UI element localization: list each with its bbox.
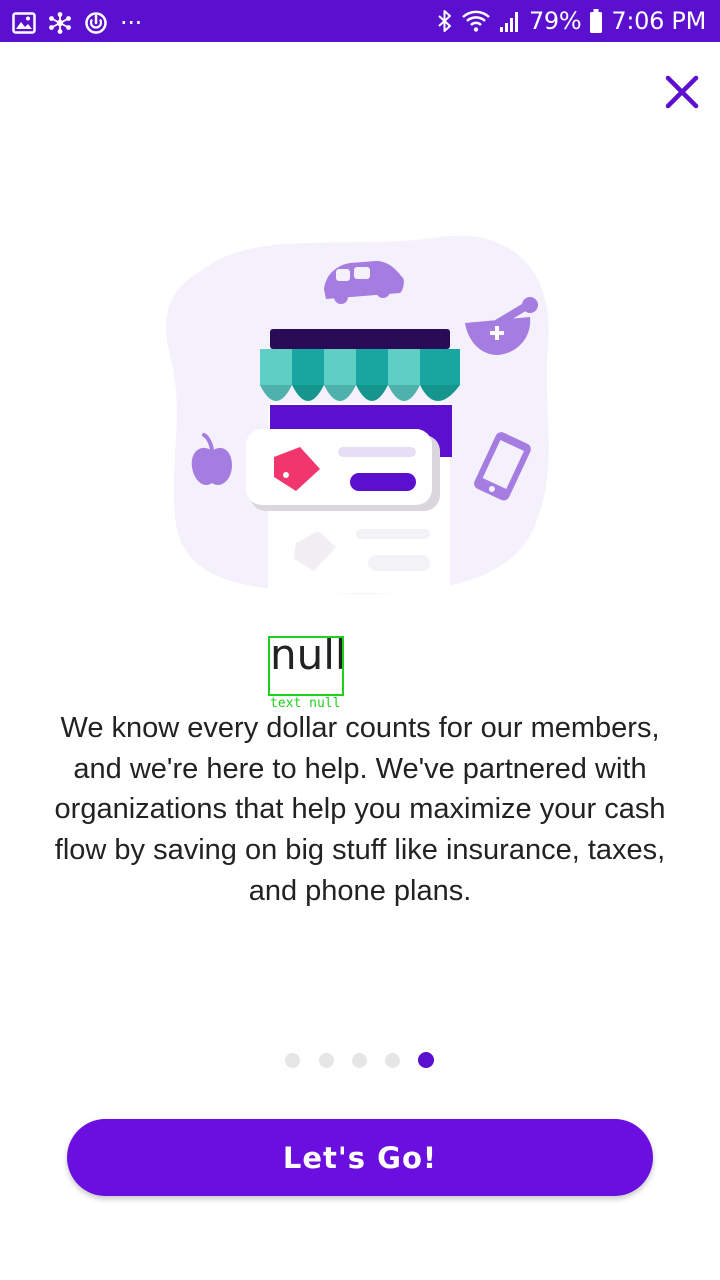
battery-percent: 79% — [528, 7, 582, 35]
lets-go-button[interactable]: Let's Go! — [67, 1119, 653, 1196]
page-dot-2[interactable] — [319, 1053, 334, 1068]
page-indicator — [285, 1052, 437, 1068]
gallery-icon — [12, 12, 36, 34]
annotation-bounding-box — [268, 636, 344, 696]
network-icon — [49, 12, 71, 34]
signal-icon — [499, 12, 518, 32]
sync-icon — [85, 12, 107, 34]
battery-icon — [590, 9, 603, 33]
page-dot-4[interactable] — [385, 1053, 400, 1068]
onboarding-description: We know every dollar counts for our memb… — [54, 712, 666, 907]
more-notifications-indicator: ··· — [120, 9, 142, 37]
page-dot-1[interactable] — [285, 1053, 300, 1068]
close-icon — [665, 75, 699, 109]
clock: 7:06 PM — [611, 7, 706, 35]
savings-illustration — [166, 235, 549, 594]
wifi-icon — [462, 10, 490, 32]
page-dot-3[interactable] — [352, 1053, 367, 1068]
page-dot-5-active[interactable] — [418, 1052, 434, 1068]
status-bar: ··· 79% 7:06 PM — [0, 0, 720, 42]
bluetooth-icon — [438, 10, 451, 32]
close-button[interactable] — [660, 70, 704, 114]
